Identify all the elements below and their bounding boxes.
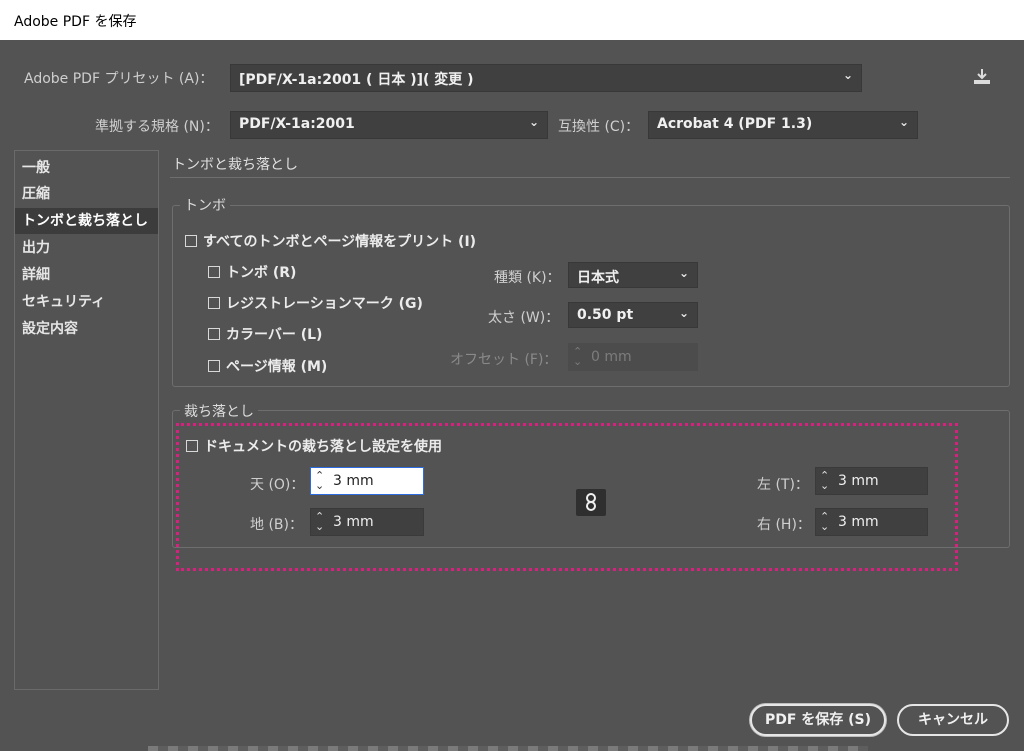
weight-label: 太さ (W)： — [488, 310, 560, 326]
checkbox-icon — [208, 328, 220, 340]
bleed-left-value: 3 mm — [838, 473, 879, 489]
bleed-right-stepper[interactable]: ⌃ ⌄ 3 mm — [815, 508, 928, 536]
bleed-bottom-value: 3 mm — [333, 514, 374, 530]
use-document-bleed-label: ドキュメントの裁ち落とし設定を使用 — [204, 439, 442, 455]
registration-marks-checkbox[interactable]: レジストレーションマーク (G) — [208, 293, 423, 313]
page-info-label: ページ情報 (M) — [226, 359, 328, 375]
chevron-down-icon: ⌄ — [898, 115, 909, 129]
sidebar-item-marks-bleeds[interactable]: トンボと裁ち落とし — [15, 208, 158, 234]
compat-label: 互換性 (C)： — [558, 119, 640, 135]
section-title: トンボと裁ち落とし — [172, 157, 298, 173]
chevron-down-icon: ⌄ — [678, 306, 689, 320]
use-document-bleed-checkbox[interactable]: ドキュメントの裁ち落とし設定を使用 — [186, 436, 442, 456]
preset-value: [PDF/X-1a:2001 ( 日本 )]( 変更 ) — [239, 72, 474, 88]
color-bars-label: カラーバー (L) — [226, 327, 323, 343]
sidebar-item-summary[interactable]: 設定内容 — [15, 316, 158, 342]
marks-group-title: トンボ — [180, 195, 230, 215]
type-value: 日本式 — [577, 270, 619, 286]
stepper-icon: ⌃ ⌄ — [573, 345, 583, 368]
checkbox-icon — [208, 297, 220, 309]
page-info-checkbox[interactable]: ページ情報 (M) — [208, 356, 327, 376]
download-icon[interactable] — [972, 68, 992, 91]
save-pdf-button[interactable]: PDF を保存 (S) — [750, 704, 886, 736]
bleed-bottom-stepper[interactable]: ⌃ ⌄ 3 mm — [310, 508, 424, 536]
chevron-down-icon: ⌄ — [678, 266, 689, 280]
preset-label: Adobe PDF プリセット (A)： — [24, 71, 214, 87]
registration-marks-label: レジストレーションマーク (G) — [226, 296, 423, 312]
sidebar-item-general[interactable]: 一般 — [15, 155, 158, 181]
stepper-icon[interactable]: ⌃ ⌄ — [315, 511, 324, 532]
weight-value: 0.50 pt — [577, 307, 634, 323]
checkbox-icon — [186, 440, 198, 452]
sidebar-item-compression[interactable]: 圧縮 — [15, 181, 158, 207]
bleed-group-title: 裁ち落とし — [180, 401, 258, 421]
standard-select[interactable]: PDF/X-1a:2001 ⌄ — [230, 111, 548, 139]
compat-value: Acrobat 4 (PDF 1.3) — [657, 116, 813, 132]
bleed-top-value: 3 mm — [333, 473, 374, 489]
category-list: 一般 圧縮 トンボと裁ち落とし 出力 詳細 セキュリティ 設定内容 — [14, 150, 159, 690]
sidebar-item-advanced[interactable]: 詳細 — [15, 262, 158, 288]
offset-stepper: ⌃ ⌄ 0 mm — [568, 343, 698, 371]
crop-marks-checkbox[interactable]: トンボ (R) — [208, 262, 296, 282]
all-marks-label: すべてのトンボとページ情報をプリント (I) — [203, 234, 477, 250]
bleed-top-stepper[interactable]: ⌃ ⌄ 3 mm — [310, 467, 424, 495]
window-title: Adobe PDF を保存 — [14, 14, 137, 30]
bleed-right-value: 3 mm — [838, 514, 879, 530]
checkbox-icon — [208, 360, 220, 372]
type-label: 種類 (K)： — [494, 270, 561, 286]
chevron-down-icon: ⌄ — [528, 115, 539, 129]
checkbox-icon — [185, 235, 197, 247]
bleed-left-stepper[interactable]: ⌃ ⌄ 3 mm — [815, 467, 928, 495]
checkbox-icon — [208, 266, 220, 278]
chevron-down-icon: ⌄ — [842, 68, 853, 82]
standard-label: 準拠する規格 (N)： — [95, 119, 219, 135]
offset-label: オフセット (F)： — [450, 352, 558, 368]
title-bar: Adobe PDF を保存 — [0, 0, 1024, 40]
standard-value: PDF/X-1a:2001 — [239, 116, 355, 132]
offset-value: 0 mm — [591, 349, 632, 365]
bottom-edge — [148, 746, 868, 751]
bleed-bottom-label: 地 (B)： — [250, 517, 303, 533]
save-pdf-dialog: Adobe PDF を保存 Adobe PDF プリセット (A)： [PDF/… — [0, 0, 1024, 751]
bleed-right-label: 右 (H)： — [757, 517, 811, 533]
all-marks-checkbox[interactable]: すべてのトンボとページ情報をプリント (I) — [185, 231, 476, 251]
weight-select[interactable]: 0.50 pt ⌄ — [568, 302, 698, 328]
compat-select[interactable]: Acrobat 4 (PDF 1.3) ⌄ — [648, 111, 918, 139]
cancel-button[interactable]: キャンセル — [897, 704, 1009, 736]
stepper-icon[interactable]: ⌃ ⌄ — [820, 470, 829, 491]
sidebar-item-security[interactable]: セキュリティ — [15, 289, 158, 315]
bleed-left-label: 左 (T)： — [757, 477, 809, 493]
link-icon[interactable] — [576, 489, 606, 516]
sidebar-item-output[interactable]: 出力 — [15, 235, 158, 261]
stepper-icon[interactable]: ⌃ ⌄ — [820, 511, 829, 532]
type-select[interactable]: 日本式 ⌄ — [568, 262, 698, 288]
stepper-icon[interactable]: ⌃ ⌄ — [315, 470, 324, 491]
preset-select[interactable]: [PDF/X-1a:2001 ( 日本 )]( 変更 ) ⌄ — [230, 64, 862, 92]
section-divider — [170, 177, 1010, 178]
crop-marks-label: トンボ (R) — [226, 265, 297, 281]
bleed-top-label: 天 (O)： — [250, 477, 305, 493]
color-bars-checkbox[interactable]: カラーバー (L) — [208, 324, 322, 344]
